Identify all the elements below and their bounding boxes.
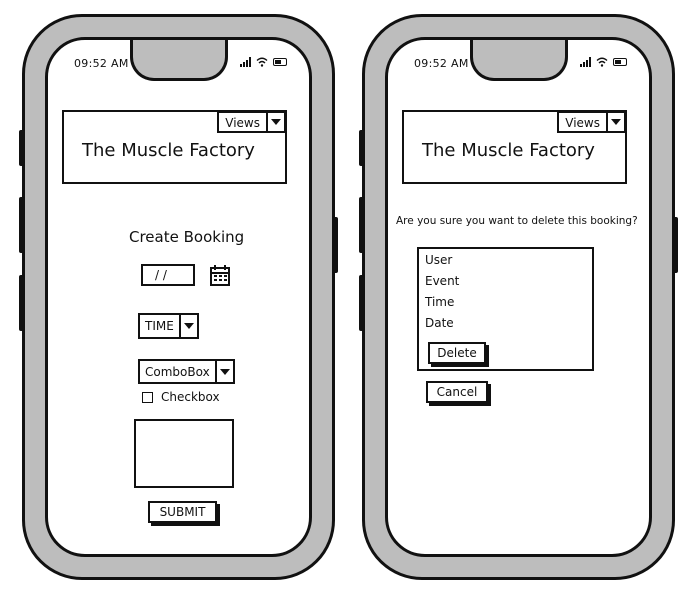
status-icons [240, 57, 287, 67]
views-dropdown[interactable]: Views [217, 111, 286, 133]
app-title: The Muscle Factory [422, 140, 595, 161]
combobox-dropdown[interactable]: ComboBox [138, 359, 235, 384]
field-event: Event [425, 274, 460, 288]
wifi-icon [256, 57, 268, 67]
field-user: User [425, 253, 453, 267]
phone-frame-delete-booking: 09:52 AM The Muscle Factory Views Are yo… [359, 14, 678, 580]
battery-icon [273, 58, 287, 66]
combobox-label: ComboBox [140, 361, 217, 382]
screen: 09:52 AM The Muscle Factory Views Are yo… [385, 37, 652, 557]
notch [470, 40, 568, 81]
chevron-down-icon [268, 113, 284, 131]
status-icons [580, 57, 627, 67]
chevron-down-icon [217, 361, 233, 382]
status-time: 09:52 AM [74, 57, 129, 70]
delete-confirm-question: Are you sure you want to delete this boo… [396, 215, 638, 227]
page-title: Create Booking [129, 228, 245, 246]
app-header: The Muscle Factory Views [402, 110, 627, 184]
field-time: Time [425, 295, 455, 309]
side-button [359, 197, 365, 253]
date-input[interactable]: / / [141, 264, 195, 286]
side-button [359, 275, 365, 331]
time-dropdown[interactable]: TIME [138, 313, 199, 339]
views-label: Views [559, 113, 608, 131]
app-title: The Muscle Factory [82, 140, 255, 161]
calendar-icon[interactable] [210, 265, 230, 286]
field-date: Date [425, 316, 454, 330]
app-header: The Muscle Factory Views [62, 110, 287, 184]
cancel-button[interactable]: Cancel [426, 381, 488, 403]
side-button [19, 197, 25, 253]
side-button [359, 130, 365, 166]
checkbox[interactable] [142, 392, 153, 403]
text-area[interactable] [134, 419, 234, 488]
wifi-icon [596, 57, 608, 67]
screen: 09:52 AM The Muscle Factory Views Create… [45, 37, 312, 557]
booking-details-panel: User Event Time Date Delete [417, 247, 594, 371]
time-label: TIME [140, 315, 181, 337]
chevron-down-icon [181, 315, 197, 337]
power-button [332, 217, 338, 273]
battery-icon [613, 58, 627, 66]
chevron-down-icon [608, 113, 624, 131]
submit-button[interactable]: SUBMIT [148, 501, 217, 523]
notch [130, 40, 228, 81]
phone-frame-create-booking: 09:52 AM The Muscle Factory Views Create… [19, 14, 338, 580]
delete-button[interactable]: Delete [428, 342, 486, 364]
signal-icon [240, 57, 251, 67]
power-button [672, 217, 678, 273]
signal-icon [580, 57, 591, 67]
views-dropdown[interactable]: Views [557, 111, 626, 133]
side-button [19, 130, 25, 166]
views-label: Views [219, 113, 268, 131]
side-button [19, 275, 25, 331]
status-time: 09:52 AM [414, 57, 469, 70]
checkbox-label: Checkbox [161, 390, 220, 404]
